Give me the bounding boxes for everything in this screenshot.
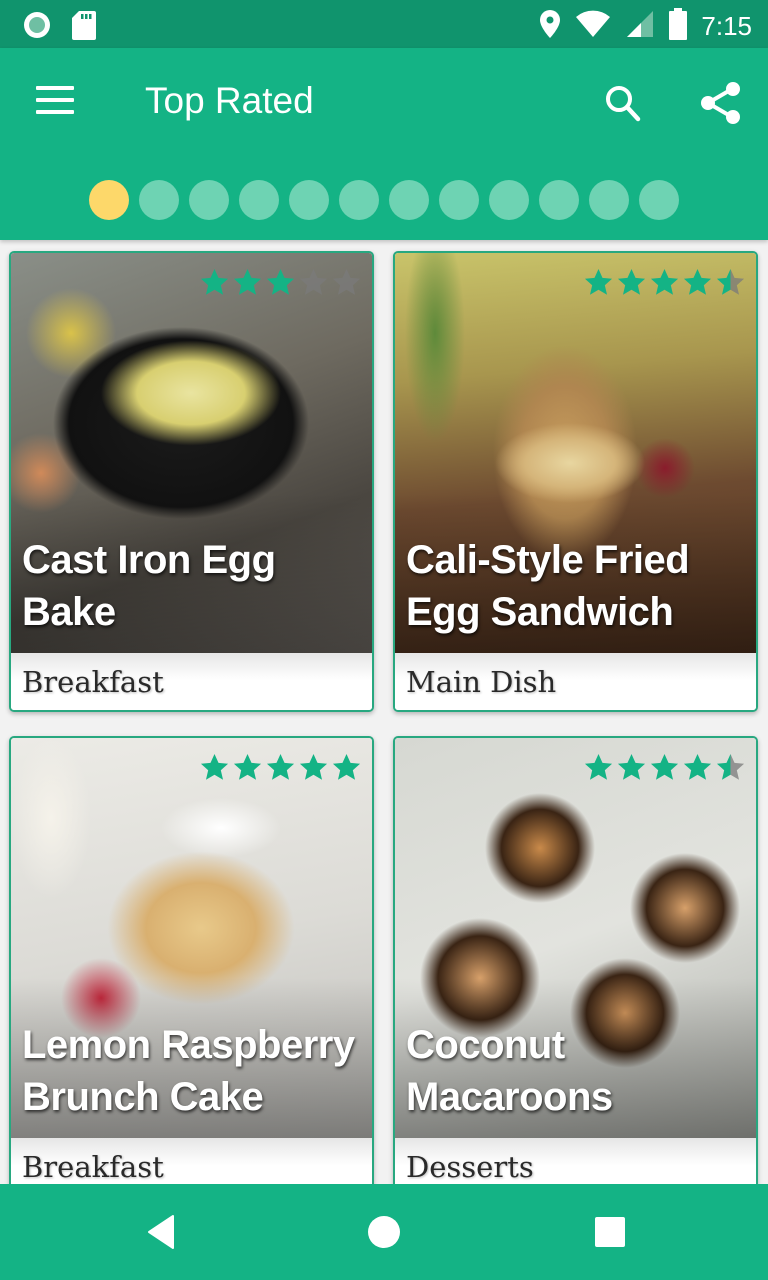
recents-icon[interactable]: [590, 1212, 630, 1252]
page-dot[interactable]: [389, 180, 429, 220]
star-half-icon: [716, 268, 745, 295]
page-dot[interactable]: [539, 180, 579, 220]
star-filled-icon: [650, 268, 679, 295]
recipe-title: Cali-Style Fried Egg Sandwich: [406, 538, 690, 634]
home-icon[interactable]: [364, 1212, 404, 1252]
page-dot-active[interactable]: [89, 180, 129, 220]
sd-card-icon: [72, 10, 96, 45]
page-dot[interactable]: [589, 180, 629, 220]
page-dot[interactable]: [239, 180, 279, 220]
system-nav-bar: [0, 1184, 768, 1280]
star-empty-icon: [299, 268, 328, 295]
star-filled-icon: [200, 268, 229, 295]
star-filled-icon: [584, 268, 613, 295]
recipe-card[interactable]: Lemon Raspberry Brunch Cake Breakfast: [9, 736, 374, 1184]
page-dot[interactable]: [189, 180, 229, 220]
star-rating: [583, 267, 746, 298]
page-dot[interactable]: [289, 180, 329, 220]
page-dot[interactable]: [139, 180, 179, 220]
recipe-card[interactable]: Coconut Macaroons Desserts: [393, 736, 758, 1184]
recipe-card[interactable]: Cast Iron Egg Bake Breakfast: [9, 251, 374, 712]
star-filled-icon: [233, 753, 262, 780]
cell-signal-icon: [625, 9, 655, 44]
recipe-category: Breakfast: [22, 1150, 164, 1184]
recipe-category: Breakfast: [22, 665, 164, 699]
category-bar: Breakfast: [11, 1138, 372, 1184]
back-icon[interactable]: [143, 1212, 183, 1252]
clock: 7:15: [701, 11, 752, 41]
star-half-icon: [716, 753, 745, 780]
record-icon: [22, 10, 52, 45]
recipe-title: Cast Iron Egg Bake: [22, 538, 276, 634]
page-title: Top Rated: [145, 80, 314, 121]
battery-icon: [669, 8, 688, 45]
category-bar: Main Dish: [395, 653, 756, 710]
wifi-icon: [575, 9, 611, 44]
category-bar: Desserts: [395, 1138, 756, 1184]
star-filled-icon: [233, 268, 262, 295]
status-bar: 7:15: [0, 0, 768, 48]
recipe-card[interactable]: Cali-Style Fried Egg Sandwich Main Dish: [393, 251, 758, 712]
recipe-title: Coconut Macaroons: [406, 1023, 613, 1119]
star-filled-icon: [683, 268, 712, 295]
hamburger-menu-icon[interactable]: [36, 86, 76, 120]
page-dot[interactable]: [639, 180, 679, 220]
star-filled-icon: [266, 753, 295, 780]
star-rating: [199, 267, 362, 298]
page-dot[interactable]: [439, 180, 479, 220]
star-filled-icon: [299, 753, 328, 780]
star-filled-icon: [617, 268, 646, 295]
share-icon[interactable]: [698, 80, 744, 126]
star-rating: [199, 752, 362, 783]
star-rating: [583, 752, 746, 783]
page-dot[interactable]: [339, 180, 379, 220]
star-filled-icon: [266, 268, 295, 295]
star-filled-icon: [332, 753, 361, 780]
star-filled-icon: [650, 753, 679, 780]
page-indicator: [89, 180, 679, 220]
recipe-title: Lemon Raspberry Brunch Cake: [22, 1023, 355, 1119]
recipe-category: Main Dish: [406, 665, 557, 699]
star-empty-icon: [332, 268, 361, 295]
star-filled-icon: [683, 753, 712, 780]
page-dot[interactable]: [489, 180, 529, 220]
app-bar: Top Rated: [0, 48, 768, 240]
location-icon: [539, 9, 561, 44]
search-icon[interactable]: [602, 82, 646, 126]
recipe-category: Desserts: [406, 1150, 534, 1184]
star-filled-icon: [617, 753, 646, 780]
star-filled-icon: [584, 753, 613, 780]
recipe-grid: Cast Iron Egg Bake Breakfast Cali-Style …: [0, 240, 768, 1184]
category-bar: Breakfast: [11, 653, 372, 710]
star-filled-icon: [200, 753, 229, 780]
